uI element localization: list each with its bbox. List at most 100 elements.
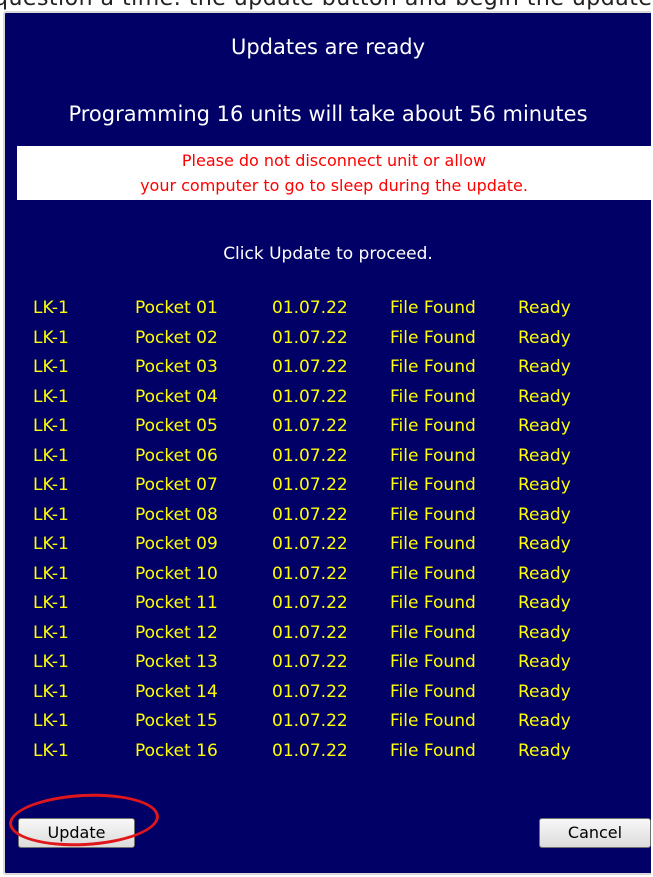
unit-file-status: File Found [390,357,476,377]
list-item: LK-1 Pocket 10 01.07.22 File Found Ready [33,564,633,594]
unit-model: LK-1 [33,652,69,672]
unit-version: 01.07.22 [272,593,348,613]
unit-ready-status: Ready [518,416,571,436]
unit-version: 01.07.22 [272,416,348,436]
unit-ready-status: Ready [518,563,571,584]
unit-pocket: Pocket 15 [135,711,218,731]
unit-file-status: File Found [390,593,476,613]
list-item: LK-1 Pocket 05 01.07.22 File Found Ready [33,416,633,446]
unit-pocket: Pocket 12 [135,622,218,643]
unit-version: 01.07.22 [272,298,348,318]
unit-pocket: Pocket 05 [135,416,218,436]
unit-pocket: Pocket 03 [135,357,218,377]
unit-ready-status: Ready [518,445,571,466]
unit-list: LK-1 Pocket 01 01.07.22 File Found Ready LK-1… [33,298,633,770]
unit-ready-status: Ready [518,504,571,525]
warning-line-2: your computer to go to sleep during the … [140,176,528,195]
unit-ready-status: Ready [518,652,571,672]
unit-file-status: File Found [390,534,476,554]
unit-model: LK-1 [33,622,69,643]
unit-file-status: File Found [390,298,476,318]
unit-ready-status: Ready [518,593,571,613]
unit-file-status: File Found [390,740,476,761]
unit-version: 01.07.22 [272,504,348,525]
list-item: LK-1 Pocket 09 01.07.22 File Found Ready [33,534,633,564]
unit-pocket: Pocket 11 [135,593,218,613]
unit-pocket: Pocket 13 [135,652,218,672]
unit-file-status: File Found [390,445,476,466]
unit-ready-status: Ready [518,357,571,377]
unit-pocket: Pocket 07 [135,475,218,495]
list-item: LK-1 Pocket 11 01.07.22 File Found Ready [33,593,633,623]
unit-model: LK-1 [33,593,69,613]
unit-model: LK-1 [33,327,69,348]
unit-model: LK-1 [33,563,69,584]
unit-model: LK-1 [33,416,69,436]
unit-model: LK-1 [33,445,69,466]
unit-version: 01.07.22 [272,357,348,377]
unit-model: LK-1 [33,475,69,495]
list-item: LK-1 Pocket 14 01.07.22 File Found Ready [33,682,633,712]
unit-ready-status: Ready [518,740,571,761]
unit-version: 01.07.22 [272,622,348,643]
list-item: LK-1 Pocket 03 01.07.22 File Found Ready [33,357,633,387]
warning-line-1: Please do not disconnect unit or allow [181,151,487,170]
unit-pocket: Pocket 10 [135,563,218,584]
unit-ready-status: Ready [518,475,571,495]
unit-pocket: Pocket 14 [135,681,218,702]
unit-pocket: Pocket 01 [135,298,218,318]
list-item: LK-1 Pocket 02 01.07.22 File Found Ready [33,328,633,358]
unit-pocket: Pocket 04 [135,386,218,407]
unit-ready-status: Ready [518,298,571,318]
list-item: LK-1 Pocket 12 01.07.22 File Found Ready [33,623,633,653]
list-item: LK-1 Pocket 13 01.07.22 File Found Ready [33,652,633,682]
unit-file-status: File Found [390,416,476,436]
duration-estimate: Programming 16 units will take about 56 … [68,102,588,126]
unit-ready-status: Ready [518,386,571,407]
cancel-button[interactable]: Cancel [539,818,651,848]
unit-ready-status: Ready [518,327,571,348]
unit-ready-status: Ready [518,681,571,702]
unit-version: 01.07.22 [272,740,348,761]
unit-version: 01.07.22 [272,327,348,348]
unit-model: LK-1 [33,386,69,407]
unit-pocket: Pocket 02 [135,327,218,348]
unit-model: LK-1 [33,298,69,318]
unit-file-status: File Found [390,386,476,407]
unit-version: 01.07.22 [272,563,348,584]
unit-ready-status: Ready [518,534,571,554]
list-item: LK-1 Pocket 06 01.07.22 File Found Ready [33,446,633,476]
caption-text: question a time. the update button and b… [0,0,653,11]
list-item: LK-1 Pocket 16 01.07.22 File Found Ready [33,741,633,771]
unit-version: 01.07.22 [272,652,348,672]
unit-file-status: File Found [390,681,476,702]
unit-version: 01.07.22 [272,386,348,407]
unit-version: 01.07.22 [272,475,348,495]
unit-file-status: File Found [390,504,476,525]
unit-file-status: File Found [390,563,476,584]
warning-message: Please do not disconnect unit or allow y… [17,146,651,200]
dialog-title: Updates are ready [230,35,426,59]
unit-model: LK-1 [33,740,69,761]
unit-file-status: File Found [390,652,476,672]
unit-pocket: Pocket 06 [135,445,218,466]
unit-model: LK-1 [33,357,69,377]
update-dialog: Updates are ready Programming 16 units w… [3,11,651,875]
list-item: LK-1 Pocket 04 01.07.22 File Found Ready [33,387,633,417]
unit-version: 01.07.22 [272,711,348,731]
unit-pocket: Pocket 16 [135,740,218,761]
unit-pocket: Pocket 09 [135,534,218,554]
list-item: LK-1 Pocket 15 01.07.22 File Found Ready [33,711,633,741]
instruction-text: Click Update to proceed. [223,244,433,264]
unit-model: LK-1 [33,504,69,525]
unit-version: 01.07.22 [272,445,348,466]
unit-model: LK-1 [33,534,69,554]
unit-ready-status: Ready [518,711,571,731]
unit-file-status: File Found [390,475,476,495]
unit-pocket: Pocket 08 [135,504,218,525]
unit-version: 01.07.22 [272,534,348,554]
unit-file-status: File Found [390,622,476,643]
list-item: LK-1 Pocket 08 01.07.22 File Found Ready [33,505,633,535]
update-button[interactable]: Update [18,818,135,848]
unit-version: 01.07.22 [272,681,348,702]
